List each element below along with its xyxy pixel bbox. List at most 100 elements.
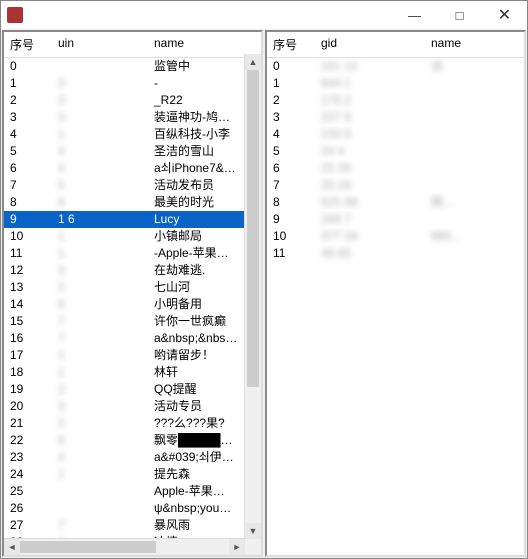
table-row[interactable]: 3237 9 bbox=[267, 109, 524, 126]
cell-uin: 1 bbox=[52, 466, 148, 483]
col-name[interactable]: name bbox=[425, 32, 524, 57]
left-hscroll[interactable]: ◄ ► bbox=[4, 538, 245, 555]
table-row[interactable]: 192QQ提醒 bbox=[4, 381, 261, 398]
table-row[interactable]: 241提先森 bbox=[4, 466, 261, 483]
left-header: 序号 uin name bbox=[4, 32, 261, 58]
cell-gid: 331 12 bbox=[315, 58, 425, 75]
table-row[interactable]: 88最美的时光 bbox=[4, 194, 261, 211]
cell-idx: 16 bbox=[4, 330, 52, 347]
cell-uin: 7 bbox=[52, 517, 148, 534]
cell-idx: 26 bbox=[4, 500, 52, 517]
app-window: ― □ ✕ 序号 uin name 0监管中13-23_R2233装逼神功-鸠…… bbox=[0, 0, 528, 559]
cell-name bbox=[425, 109, 524, 126]
table-row[interactable]: 91 6Lucy bbox=[4, 211, 261, 228]
cell-idx: 15 bbox=[4, 313, 52, 330]
scroll-left-icon[interactable]: ◄ bbox=[4, 539, 20, 555]
vscroll-thumb[interactable] bbox=[247, 70, 259, 387]
col-idx[interactable]: 序号 bbox=[4, 32, 52, 57]
titlebar[interactable]: ― □ ✕ bbox=[1, 1, 527, 29]
left-vscroll[interactable]: ▲ ▼ bbox=[244, 54, 261, 539]
cell-idx: 0 bbox=[4, 58, 52, 75]
table-row[interactable]: 1148 85 bbox=[267, 245, 524, 262]
cell-idx: 10 bbox=[267, 228, 315, 245]
hscroll-thumb[interactable] bbox=[20, 541, 156, 553]
left-rows[interactable]: 0监管中13-23_R2233装逼神功-鸠…41百纵科技-小李54圣洁的雪山64… bbox=[4, 58, 261, 555]
cell-idx: 24 bbox=[4, 466, 52, 483]
cell-name bbox=[425, 177, 524, 194]
cell-name bbox=[425, 143, 524, 160]
table-row[interactable]: 171哟请留步！ bbox=[4, 347, 261, 364]
cell-idx: 9 bbox=[4, 211, 52, 228]
table-row[interactable]: 0监管中 bbox=[4, 58, 261, 75]
table-row[interactable]: 132七山河 bbox=[4, 279, 261, 296]
cell-name: 980… bbox=[425, 228, 524, 245]
table-row[interactable]: 167a&nbsp;&nbs… bbox=[4, 330, 261, 347]
cell-idx: 5 bbox=[267, 143, 315, 160]
cell-uin: 4 bbox=[52, 449, 148, 466]
table-row[interactable]: 4239 9 bbox=[267, 126, 524, 143]
table-row[interactable]: 228飘零█████… bbox=[4, 432, 261, 449]
table-row[interactable]: 212???么???果? bbox=[4, 415, 261, 432]
table-row[interactable]: 524 4 bbox=[267, 143, 524, 160]
table-row[interactable]: 2178 2 bbox=[267, 92, 524, 109]
col-idx[interactable]: 序号 bbox=[267, 32, 315, 57]
table-row[interactable]: 54圣洁的雪山 bbox=[4, 143, 261, 160]
cell-name bbox=[425, 126, 524, 143]
col-uin[interactable]: uin bbox=[52, 32, 148, 57]
table-row[interactable]: 23_R22 bbox=[4, 92, 261, 109]
cell-idx: 11 bbox=[267, 245, 315, 262]
cell-idx: 25 bbox=[4, 483, 52, 500]
maximize-button[interactable]: □ bbox=[437, 1, 482, 29]
table-row[interactable]: 0331 12 试 bbox=[267, 58, 524, 75]
cell-name bbox=[425, 245, 524, 262]
cell-idx: 10 bbox=[4, 228, 52, 245]
table-row[interactable]: 725 26 bbox=[267, 177, 524, 194]
table-row[interactable]: 75活动发布员 bbox=[4, 177, 261, 194]
table-row[interactable]: 157许你一世疯癫 bbox=[4, 313, 261, 330]
cell-gid: 178 2 bbox=[315, 92, 425, 109]
cell-idx: 13 bbox=[4, 279, 52, 296]
table-row[interactable]: 9289 7 bbox=[267, 211, 524, 228]
table-row[interactable]: 64a쇠iPhone7&… bbox=[4, 160, 261, 177]
minimize-button[interactable]: ― bbox=[392, 1, 437, 29]
table-row[interactable]: 625 30 bbox=[267, 160, 524, 177]
cell-uin: 2 bbox=[52, 415, 148, 432]
cell-uin: 1 bbox=[52, 347, 148, 364]
table-row[interactable]: 277暴风雨 bbox=[4, 517, 261, 534]
cell-uin bbox=[52, 483, 148, 500]
table-row[interactable]: 1644 1 bbox=[267, 75, 524, 92]
table-row[interactable]: 41百纵科技-小李 bbox=[4, 126, 261, 143]
table-row[interactable]: 13- bbox=[4, 75, 261, 92]
cell-idx: 18 bbox=[4, 364, 52, 381]
cell-uin: 7 bbox=[52, 313, 148, 330]
cell-gid: 48 85 bbox=[315, 245, 425, 262]
table-row[interactable]: 123在劫难逃. bbox=[4, 262, 261, 279]
scroll-down-icon[interactable]: ▼ bbox=[245, 523, 261, 539]
table-row[interactable]: 33装逼神功-鸠… bbox=[4, 109, 261, 126]
cell-uin: 8 bbox=[52, 432, 148, 449]
cell-idx: 5 bbox=[4, 143, 52, 160]
cell-idx: 1 bbox=[267, 75, 315, 92]
table-row[interactable]: 10477 34 980… bbox=[267, 228, 524, 245]
table-row[interactable]: 26ψ&nbsp;you… bbox=[4, 500, 261, 517]
table-row[interactable]: 234a&#039;쇠伊… bbox=[4, 449, 261, 466]
table-row[interactable]: 203活动专员 bbox=[4, 398, 261, 415]
table-row[interactable]: 111-Apple-苹果… bbox=[4, 245, 261, 262]
scroll-up-icon[interactable]: ▲ bbox=[245, 54, 261, 70]
table-row[interactable]: 101小镇邮局 bbox=[4, 228, 261, 245]
col-gid[interactable]: gid bbox=[315, 32, 425, 57]
right-rows[interactable]: 0331 12 试1644 12178 23237 94239 9524 462… bbox=[267, 58, 524, 555]
scroll-right-icon[interactable]: ► bbox=[229, 539, 245, 555]
close-button[interactable]: ✕ bbox=[482, 1, 527, 29]
cell-idx: 4 bbox=[267, 126, 315, 143]
cell-gid: 289 7 bbox=[315, 211, 425, 228]
cell-name bbox=[425, 211, 524, 228]
cell-uin: 1 bbox=[52, 126, 148, 143]
table-row[interactable]: 146小明备用 bbox=[4, 296, 261, 313]
table-row[interactable]: 181林轩 bbox=[4, 364, 261, 381]
cell-uin: 3 bbox=[52, 92, 148, 109]
cell-idx: 7 bbox=[4, 177, 52, 194]
cell-name bbox=[425, 92, 524, 109]
table-row[interactable]: 25Apple-苹果… bbox=[4, 483, 261, 500]
table-row[interactable]: 8625 98 网… bbox=[267, 194, 524, 211]
